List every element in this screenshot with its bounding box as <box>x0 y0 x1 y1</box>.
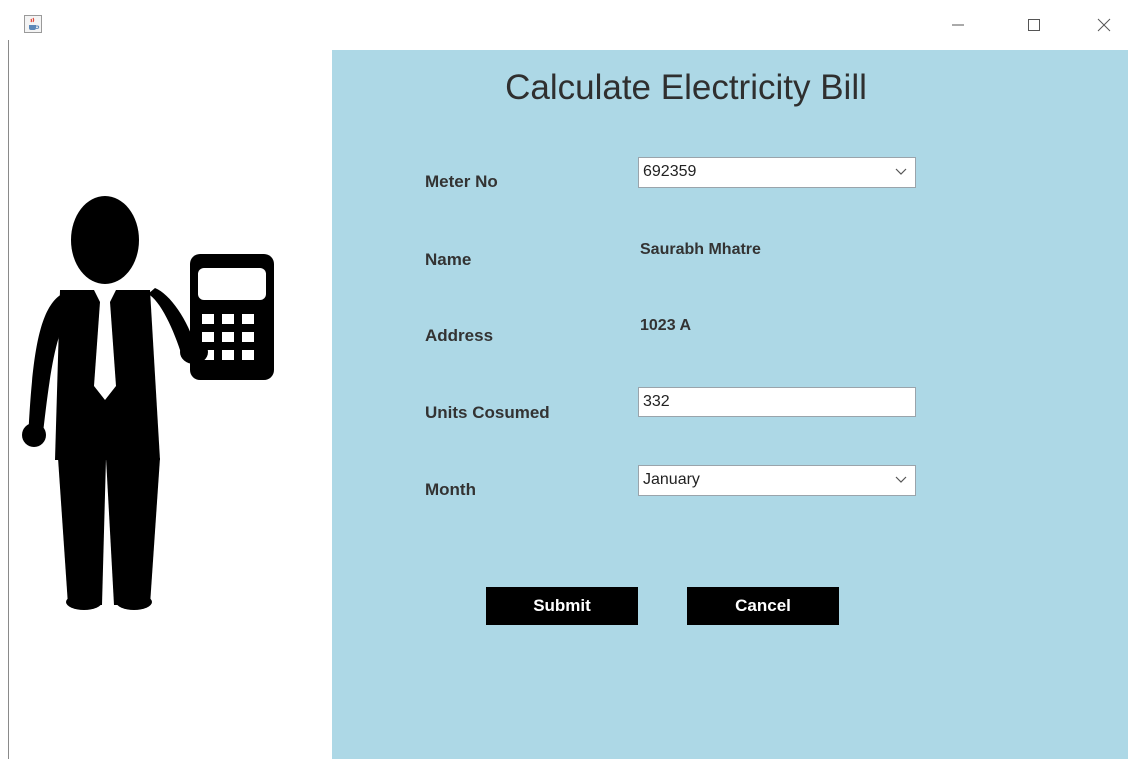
close-button[interactable] <box>1084 10 1124 40</box>
java-coffee-icon[interactable] <box>24 15 42 33</box>
name-value: Saurabh Mhatre <box>640 241 761 258</box>
units-consumed-label: Units Cosumed <box>425 403 550 422</box>
window-left-border <box>8 40 9 759</box>
page-title: Calculate Electricity Bill <box>505 68 867 107</box>
month-label: Month <box>425 480 476 499</box>
application-window: Calculate Electricity Bill Meter No 6923… <box>0 0 1128 759</box>
month-dropdown[interactable]: January <box>638 465 916 496</box>
address-value: 1023 A <box>640 317 691 334</box>
meter-no-dropdown[interactable]: 692359 <box>638 157 916 188</box>
address-label: Address <box>425 326 494 345</box>
month-selected-value: January <box>643 471 700 488</box>
meter-no-label: Meter No <box>425 172 498 191</box>
minimize-icon <box>952 24 964 26</box>
minimize-button[interactable] <box>938 10 978 40</box>
cancel-button[interactable]: Cancel <box>687 587 839 625</box>
maximize-icon <box>1028 19 1040 31</box>
name-label: Name <box>425 250 472 269</box>
chevron-down-icon <box>895 168 907 175</box>
units-consumed-input[interactable] <box>639 388 915 416</box>
units-consumed-field[interactable] <box>638 387 916 417</box>
maximize-button[interactable] <box>1014 10 1054 40</box>
meter-no-selected-value: 692359 <box>643 163 697 180</box>
chevron-down-icon <box>895 476 907 483</box>
submit-button[interactable]: Submit <box>486 587 638 625</box>
businessman-calculator-icon <box>22 196 274 610</box>
close-icon <box>1097 18 1111 32</box>
